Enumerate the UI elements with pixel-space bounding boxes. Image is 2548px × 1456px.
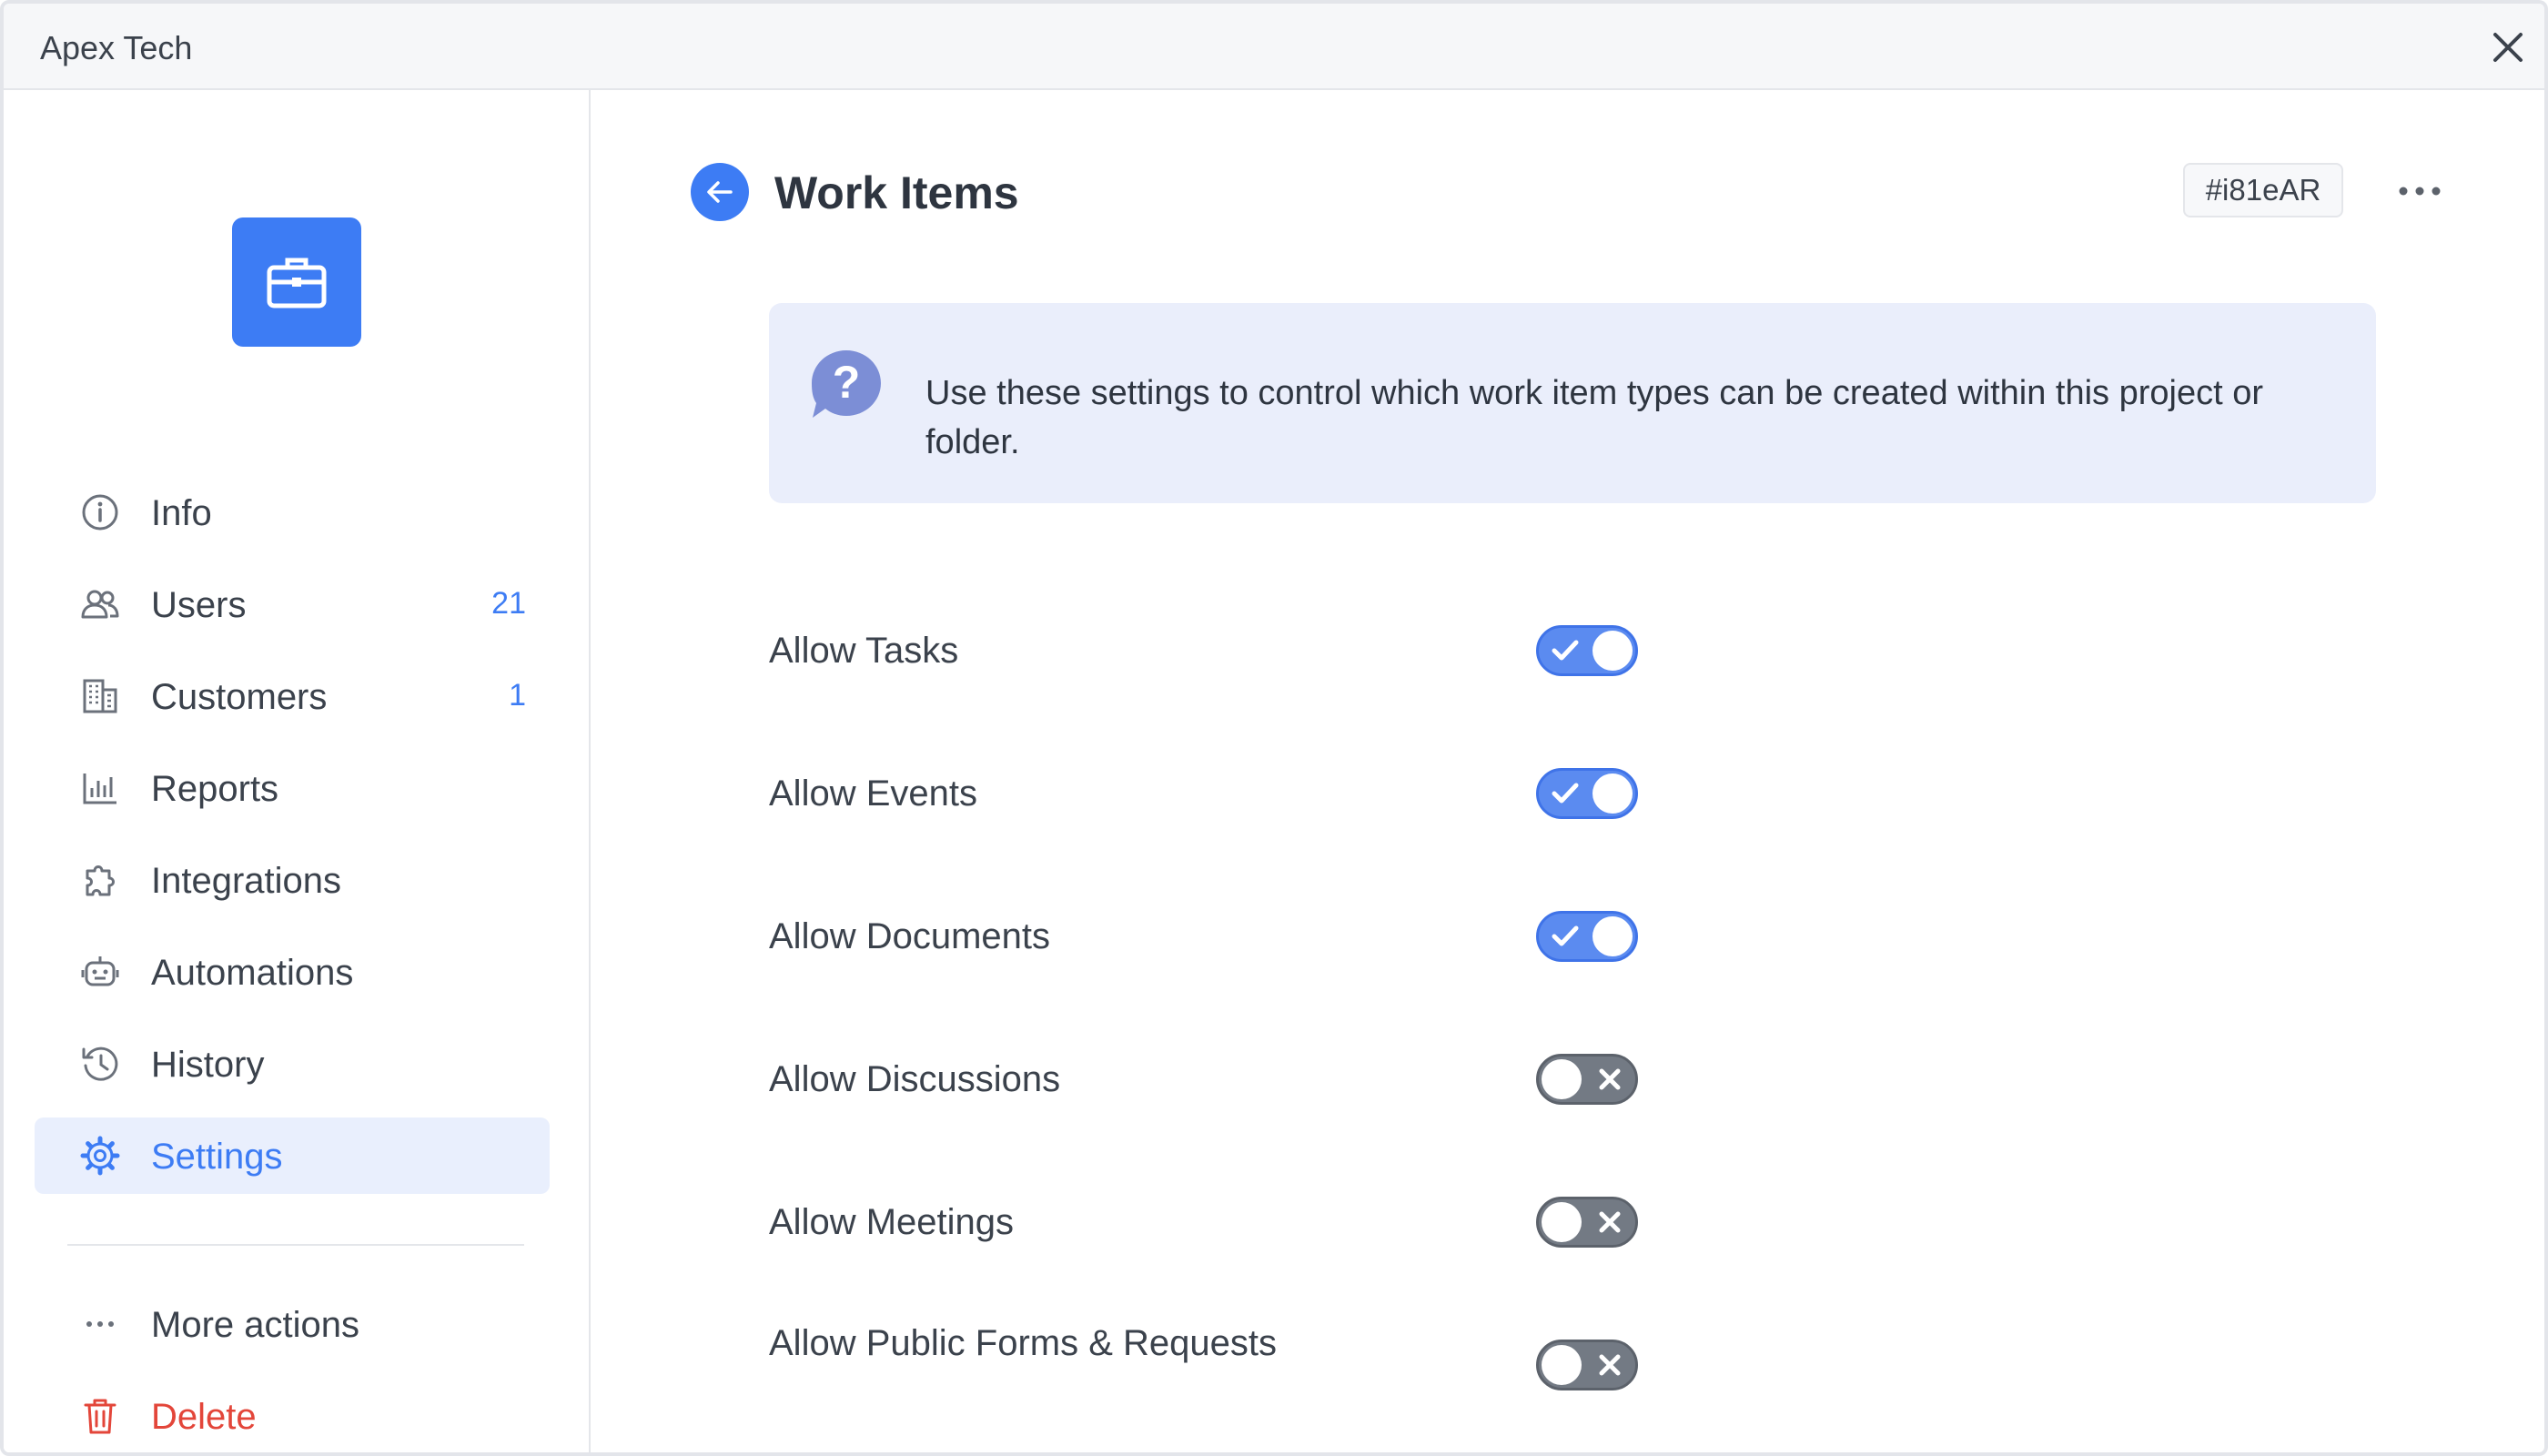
sidebar-item-label: Info	[151, 493, 212, 533]
sidebar-item-users[interactable]: Users 21	[35, 566, 550, 642]
page-title: Work Items	[774, 167, 1019, 218]
sidebar: Info Users 21 Customers 1 Reports Integr…	[4, 90, 591, 1452]
setting-label: Allow Public Forms & Requests	[769, 1323, 1277, 1363]
info-text: Use these settings to control which work…	[925, 374, 2264, 461]
ellipsis-icon	[86, 1321, 114, 1327]
history-icon	[82, 1046, 118, 1081]
sidebar-item-settings[interactable]: Settings	[35, 1117, 550, 1194]
setting-row-meetings: Allow Meetings	[769, 1178, 1679, 1269]
sidebar-item-label: Users	[151, 585, 247, 625]
sidebar-divider	[67, 1244, 524, 1246]
toggle-knob	[1592, 631, 1633, 671]
sidebar-item-label: Settings	[151, 1137, 283, 1177]
close-icon[interactable]	[2488, 27, 2528, 67]
toggle-knob	[1542, 1202, 1582, 1242]
sidebar-item-automations[interactable]: Automations	[35, 934, 550, 1010]
check-icon	[1552, 925, 1579, 946]
toggle-allow-meetings[interactable]	[1536, 1197, 1638, 1248]
sidebar-item-history[interactable]: History	[35, 1026, 550, 1102]
info-icon	[82, 494, 118, 531]
x-icon	[1599, 1354, 1621, 1376]
sidebar-item-integrations[interactable]: Integrations	[35, 842, 550, 918]
title-bar: Apex Tech	[4, 4, 2544, 90]
setting-label: Allow Discussions	[769, 1059, 1061, 1099]
check-icon	[1552, 640, 1579, 661]
toggle-allow-tasks[interactable]	[1536, 625, 1638, 676]
setting-row-discussions: Allow Discussions	[769, 1036, 1679, 1127]
x-icon	[1599, 1211, 1621, 1233]
info-callout: ? Use these settings to control which wo…	[769, 303, 2376, 503]
sidebar-item-label: Customers	[151, 677, 328, 717]
help-bubble-icon: ?	[812, 350, 881, 418]
robot-icon	[81, 956, 119, 986]
check-icon	[1552, 783, 1579, 804]
delete-button[interactable]: Delete	[35, 1378, 550, 1452]
setting-label: Allow Documents	[769, 916, 1051, 956]
sidebar-item-info[interactable]: Info	[35, 474, 550, 551]
setting-row-tasks: Allow Tasks	[769, 607, 1679, 698]
toggle-allow-events[interactable]	[1536, 768, 1638, 819]
gear-icon	[80, 1136, 120, 1176]
bar-chart-icon	[83, 774, 116, 804]
setting-label: Allow Tasks	[769, 631, 959, 671]
trash-icon	[84, 1399, 116, 1434]
toggle-knob	[1542, 1345, 1582, 1385]
setting-label: Allow Meetings	[769, 1202, 1015, 1242]
toggle-knob	[1542, 1059, 1582, 1099]
sidebar-item-label: Integrations	[151, 861, 342, 901]
toggle-allow-documents[interactable]	[1536, 911, 1638, 962]
app-window: Apex Tech Info Users 21 Customers 1 Repo…	[0, 0, 2548, 1456]
setting-row-documents: Allow Documents	[769, 893, 1679, 984]
toggle-knob	[1592, 916, 1633, 956]
setting-row-events: Allow Events	[769, 750, 1679, 841]
back-button[interactable]	[691, 163, 749, 221]
setting-row-public-forms: Allow Public Forms & Requests	[769, 1321, 1679, 1412]
delete-label: Delete	[151, 1397, 257, 1437]
sidebar-item-label: Automations	[151, 953, 354, 993]
sidebar-item-label: History	[151, 1045, 265, 1085]
id-badge[interactable]: #i81eAR	[2183, 163, 2343, 217]
project-logo	[232, 217, 361, 347]
setting-label: Allow Events	[769, 774, 977, 814]
customers-count-badge: 1	[509, 678, 526, 713]
more-actions-label: More actions	[151, 1305, 359, 1345]
svg-text:?: ?	[833, 357, 861, 408]
sidebar-item-label: Reports	[151, 769, 279, 809]
more-options-icon[interactable]	[2392, 177, 2447, 205]
briefcase-icon	[267, 258, 327, 308]
more-actions-button[interactable]: More actions	[35, 1286, 550, 1362]
toggle-allow-discussions[interactable]	[1536, 1054, 1638, 1105]
users-icon	[81, 590, 119, 619]
arrow-left-icon	[707, 181, 733, 203]
toggle-knob	[1592, 774, 1633, 814]
main-panel: Work Items #i81eAR ? Use these settings …	[591, 90, 2544, 1452]
puzzle-icon	[86, 865, 115, 896]
sidebar-item-customers[interactable]: Customers 1	[35, 658, 550, 734]
toggle-allow-public-forms[interactable]	[1536, 1340, 1638, 1390]
users-count-badge: 21	[491, 586, 526, 621]
building-icon	[83, 679, 117, 713]
sidebar-item-reports[interactable]: Reports	[35, 750, 550, 826]
x-icon	[1599, 1068, 1621, 1090]
window-title: Apex Tech	[40, 29, 193, 66]
